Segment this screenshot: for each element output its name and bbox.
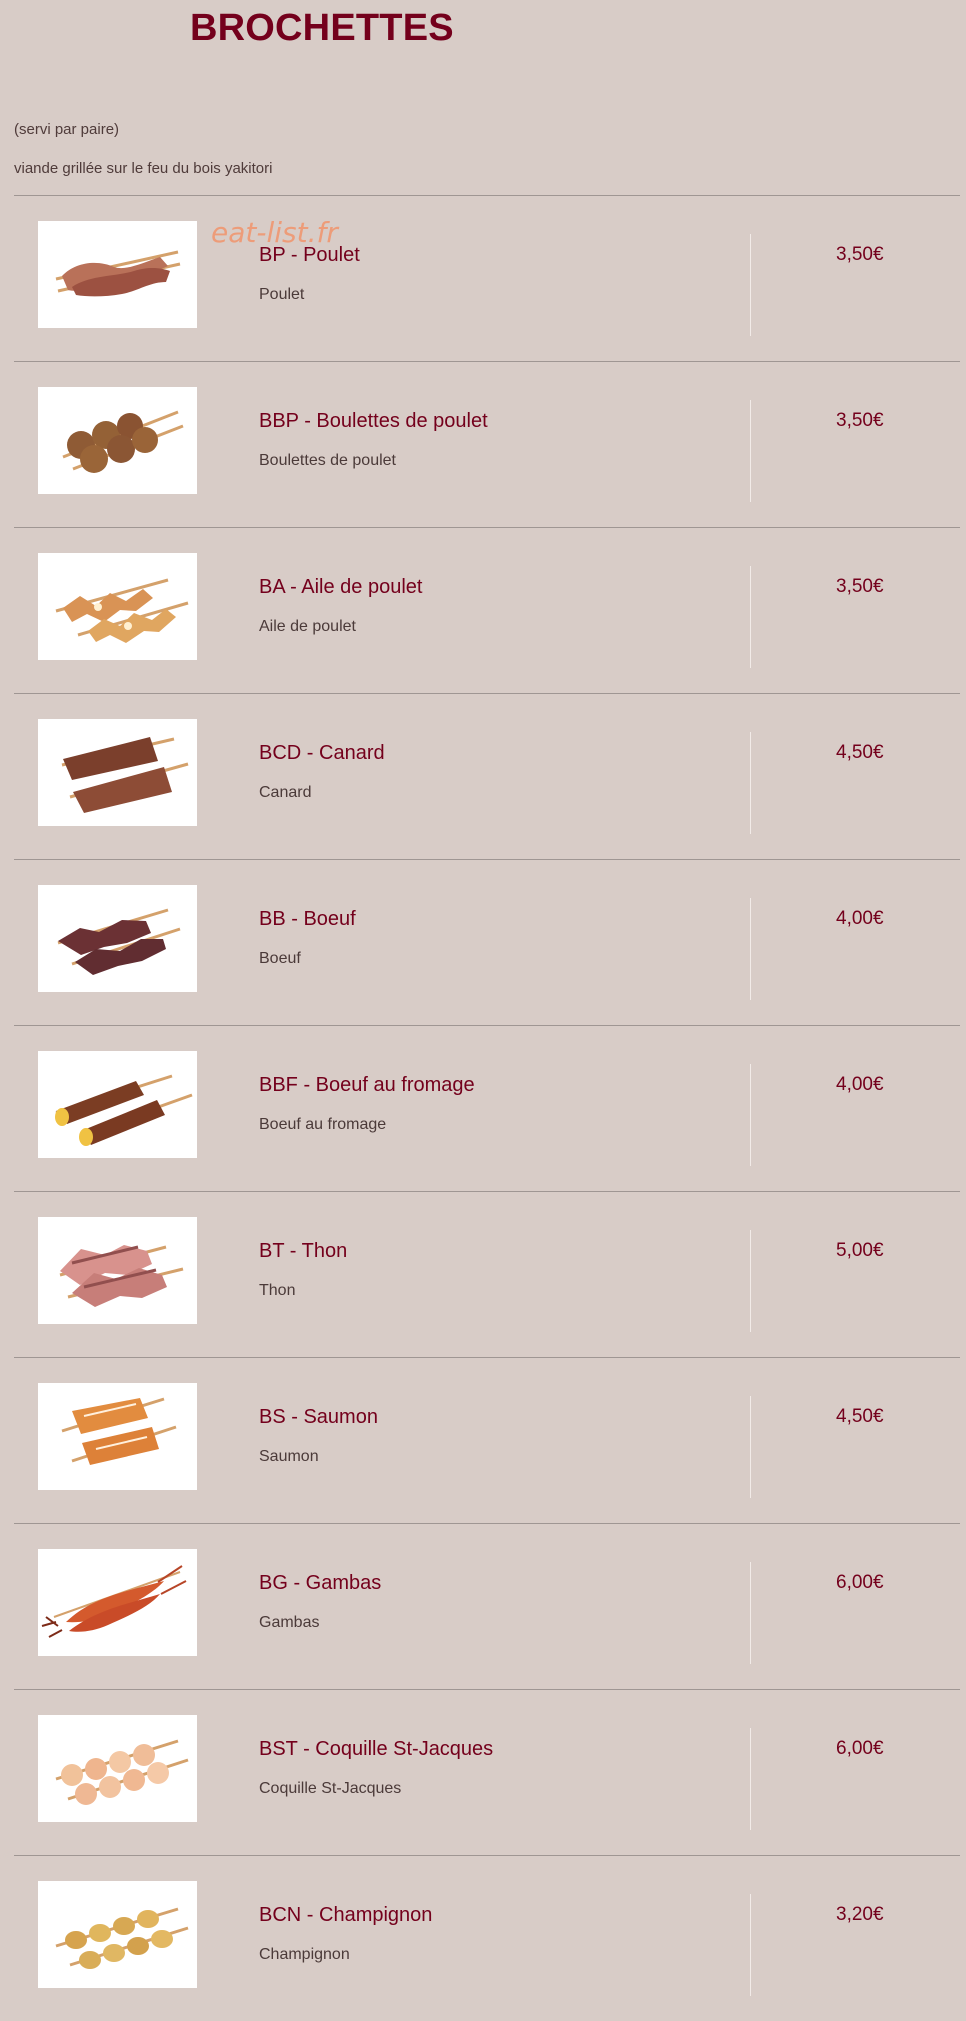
price-separator — [750, 400, 751, 502]
price-separator — [750, 1728, 751, 1830]
price-separator — [750, 1562, 751, 1664]
item-name: BCD - Canard — [259, 742, 385, 764]
menu-item-canard[interactable]: BCD - Canard Canard 4,50€ — [14, 693, 960, 859]
item-price: 3,50€ — [836, 410, 884, 431]
item-price: 3,50€ — [836, 244, 884, 265]
section-title: BROCHETTES — [190, 7, 454, 49]
mushroom-skewers-icon — [38, 1881, 197, 1988]
item-name: BST - Coquille St-Jacques — [259, 1738, 494, 1760]
salmon-skewers-icon — [38, 1383, 197, 1490]
section-description: viande grillée sur le feu du bois yakito… — [14, 160, 273, 177]
item-name: BP - Poulet — [259, 244, 360, 266]
item-description: Saumon — [259, 1448, 319, 1465]
menu-item-saumon[interactable]: BS - Saumon Saumon 4,50€ — [14, 1357, 960, 1523]
menu-item-boulettes-de-poulet[interactable]: BBP - Boulettes de poulet Boulettes de p… — [14, 361, 960, 527]
item-price: 4,00€ — [836, 908, 884, 929]
item-name: BA - Aile de poulet — [259, 576, 423, 598]
duck-skewers-image — [38, 719, 197, 826]
item-price: 6,00€ — [836, 1738, 884, 1759]
item-name: BBF - Boeuf au fromage — [259, 1074, 475, 1096]
price-separator — [750, 234, 751, 336]
item-price: 3,20€ — [836, 1904, 884, 1925]
meatball-skewers-icon — [38, 387, 197, 494]
menu-item-thon[interactable]: BT - Thon Thon 5,00€ — [14, 1191, 960, 1357]
item-name: BG - Gambas — [259, 1572, 382, 1594]
chicken-meatball-skewers-image — [38, 387, 197, 494]
salmon-skewers-image — [38, 1383, 197, 1490]
duck-skewers-icon — [38, 719, 197, 826]
item-name: BCN - Champignon — [259, 1904, 433, 1926]
item-name: BS - Saumon — [259, 1406, 378, 1428]
scallop-skewers-icon — [38, 1715, 197, 1822]
menu-item-poulet[interactable]: BP - Poulet Poulet 3,50€ — [14, 195, 960, 361]
item-description: Poulet — [259, 286, 305, 303]
brochettes-menu-list: BP - Poulet Poulet 3,50€ BBP - Boulettes… — [14, 195, 960, 2021]
item-description: Champignon — [259, 1946, 350, 1963]
price-separator — [750, 732, 751, 834]
beef-cheese-skewers-icon — [38, 1051, 197, 1158]
mushroom-skewers-image — [38, 1881, 197, 1988]
item-name: BBP - Boulettes de poulet — [259, 410, 488, 432]
price-separator — [750, 1396, 751, 1498]
item-price: 6,00€ — [836, 1572, 884, 1593]
scallop-skewers-image — [38, 1715, 197, 1822]
shrimp-skewers-icon — [38, 1549, 197, 1656]
chicken-wing-skewers-icon — [38, 553, 197, 660]
menu-item-aile-de-poulet[interactable]: BA - Aile de poulet Aile de poulet 3,50€ — [14, 527, 960, 693]
price-separator — [750, 566, 751, 668]
price-separator — [750, 898, 751, 1000]
item-price: 4,00€ — [836, 1074, 884, 1095]
shrimp-skewers-image — [38, 1549, 197, 1656]
item-description: Boeuf au fromage — [259, 1116, 387, 1133]
item-price: 3,50€ — [836, 576, 884, 597]
price-separator — [750, 1894, 751, 1996]
item-description: Thon — [259, 1282, 296, 1299]
item-price: 4,50€ — [836, 1406, 884, 1427]
menu-item-boeuf[interactable]: BB - Boeuf Boeuf 4,00€ — [14, 859, 960, 1025]
tuna-skewers-icon — [38, 1217, 197, 1324]
item-name: BT - Thon — [259, 1240, 348, 1262]
item-description: Boulettes de poulet — [259, 452, 396, 469]
item-name: BB - Boeuf — [259, 908, 356, 930]
price-separator — [750, 1230, 751, 1332]
item-price: 5,00€ — [836, 1240, 884, 1261]
tuna-skewers-image — [38, 1217, 197, 1324]
item-description: Coquille St-Jacques — [259, 1780, 402, 1797]
menu-page: BROCHETTES (servi par paire) viande gril… — [0, 0, 966, 2001]
item-description: Boeuf — [259, 950, 301, 967]
menu-item-boeuf-au-fromage[interactable]: BBF - Boeuf au fromage Boeuf au fromage … — [14, 1025, 960, 1191]
item-description: Canard — [259, 784, 312, 801]
chicken-skewers-image — [38, 221, 197, 328]
menu-item-coquille-st-jacques[interactable]: BST - Coquille St-Jacques Coquille St-Ja… — [14, 1689, 960, 1855]
beef-cheese-skewers-image — [38, 1051, 197, 1158]
item-price: 4,50€ — [836, 742, 884, 763]
item-description: Gambas — [259, 1614, 320, 1631]
chicken-wing-skewers-image — [38, 553, 197, 660]
item-description: Aile de poulet — [259, 618, 356, 635]
chicken-skewers-icon — [38, 221, 197, 328]
serving-note: (servi par paire) — [14, 121, 120, 138]
beef-skewers-icon — [38, 885, 197, 992]
menu-item-champignon[interactable]: BCN - Champignon Champignon 3,20€ — [14, 1855, 960, 2021]
beef-skewers-image — [38, 885, 197, 992]
price-separator — [750, 1064, 751, 1166]
menu-item-gambas[interactable]: BG - Gambas Gambas 6,00€ — [14, 1523, 960, 1689]
